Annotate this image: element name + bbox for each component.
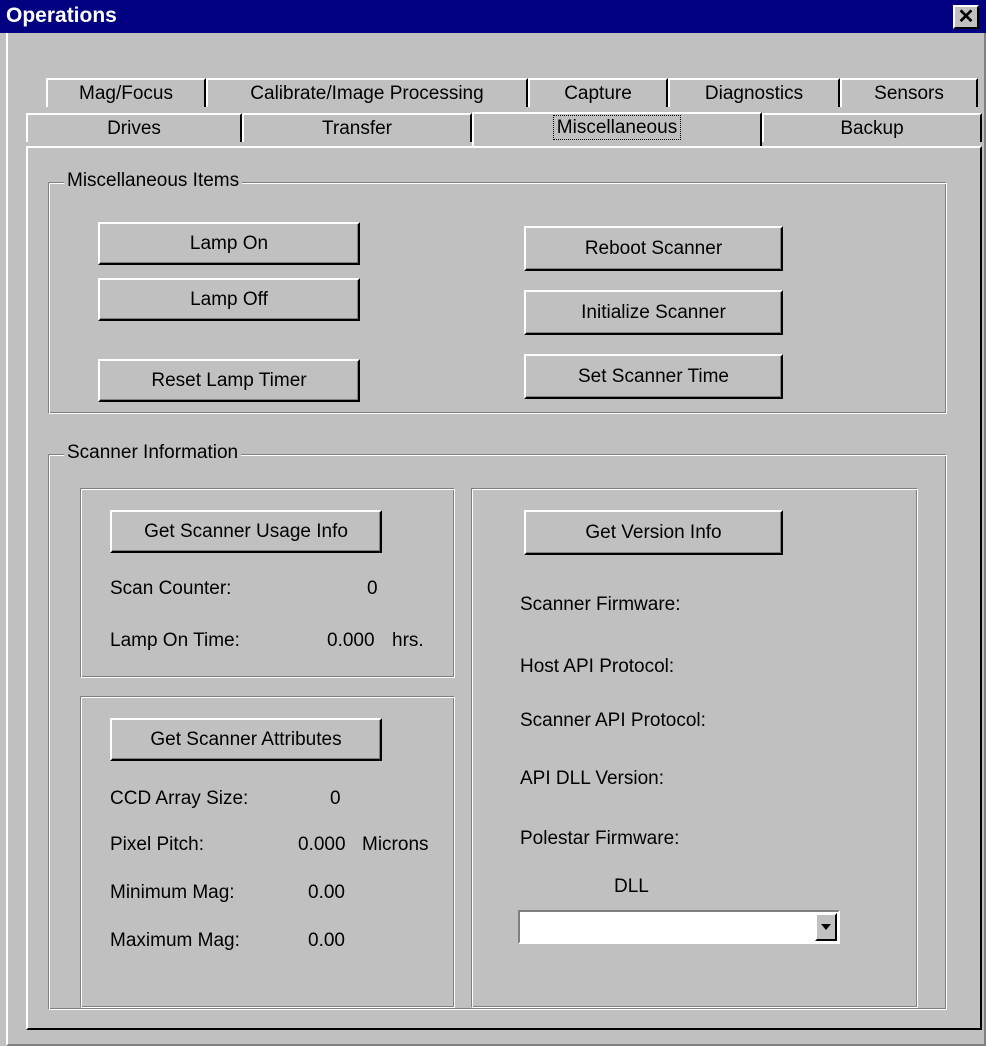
tab-backup[interactable]: Backup [762, 113, 982, 142]
maximum-mag-value: 0.00 [308, 930, 345, 951]
close-button[interactable]: ✕ [953, 5, 979, 29]
lamp-on-time-label: Lamp On Time: [110, 630, 240, 651]
get-scanner-usage-info-button[interactable]: Get Scanner Usage Info [110, 510, 382, 553]
tab-sensors[interactable]: Sensors [840, 78, 978, 107]
set-scanner-time-button[interactable]: Set Scanner Time [524, 354, 783, 399]
get-scanner-attributes-button[interactable]: Get Scanner Attributes [110, 718, 382, 761]
reset-lamp-timer-button[interactable]: Reset Lamp Timer [98, 359, 360, 402]
lamp-on-time-unit: hrs. [392, 630, 424, 651]
tab-calibrate-image-processing[interactable]: Calibrate/Image Processing [206, 78, 528, 107]
tab-capture[interactable]: Capture [528, 78, 668, 107]
polestar-firmware-label: Polestar Firmware: [520, 828, 680, 849]
ccd-array-size-label: CCD Array Size: [110, 788, 249, 809]
initialize-scanner-button[interactable]: Initialize Scanner [524, 290, 783, 335]
window-title: Operations [6, 4, 117, 27]
api-dll-version-label: API DLL Version: [520, 768, 664, 789]
dll-label: DLL [614, 876, 649, 897]
scan-counter-label: Scan Counter: [110, 578, 232, 599]
lamp-on-button[interactable]: Lamp On [98, 222, 360, 265]
tab-drives[interactable]: Drives [26, 113, 242, 142]
minimum-mag-label: Minimum Mag: [110, 882, 235, 903]
dll-select[interactable] [518, 910, 840, 944]
lamp-off-button[interactable]: Lamp Off [98, 278, 360, 321]
close-icon: ✕ [957, 6, 975, 28]
scanner-firmware-label: Scanner Firmware: [520, 594, 681, 615]
tab-mag-focus[interactable]: Mag/Focus [46, 78, 206, 107]
tab-transfer[interactable]: Transfer [242, 113, 472, 142]
reboot-scanner-button[interactable]: Reboot Scanner [524, 226, 783, 271]
pixel-pitch-value: 0.000 [298, 834, 346, 855]
pixel-pitch-unit: Microns [362, 834, 429, 855]
lamp-on-time-value: 0.000 [327, 630, 375, 651]
get-version-info-button[interactable]: Get Version Info [524, 510, 783, 555]
dll-dropdown-button[interactable] [815, 913, 837, 941]
title-bar[interactable]: Operations ✕ [0, 0, 986, 33]
scanner-information-label: Scanner Information [64, 442, 242, 464]
miscellaneous-items-label: Miscellaneous Items [64, 170, 243, 192]
tab-diagnostics[interactable]: Diagnostics [668, 78, 840, 107]
host-api-protocol-label: Host API Protocol: [520, 656, 675, 677]
maximum-mag-label: Maximum Mag: [110, 930, 240, 951]
scan-counter-value: 0 [367, 578, 378, 599]
minimum-mag-value: 0.00 [308, 882, 345, 903]
scanner-api-protocol-label: Scanner API Protocol: [520, 710, 706, 731]
tab-miscellaneous[interactable]: Miscellaneous [472, 112, 762, 146]
ccd-array-size-value: 0 [330, 788, 341, 809]
pixel-pitch-label: Pixel Pitch: [110, 834, 204, 855]
chevron-down-icon [821, 924, 831, 930]
